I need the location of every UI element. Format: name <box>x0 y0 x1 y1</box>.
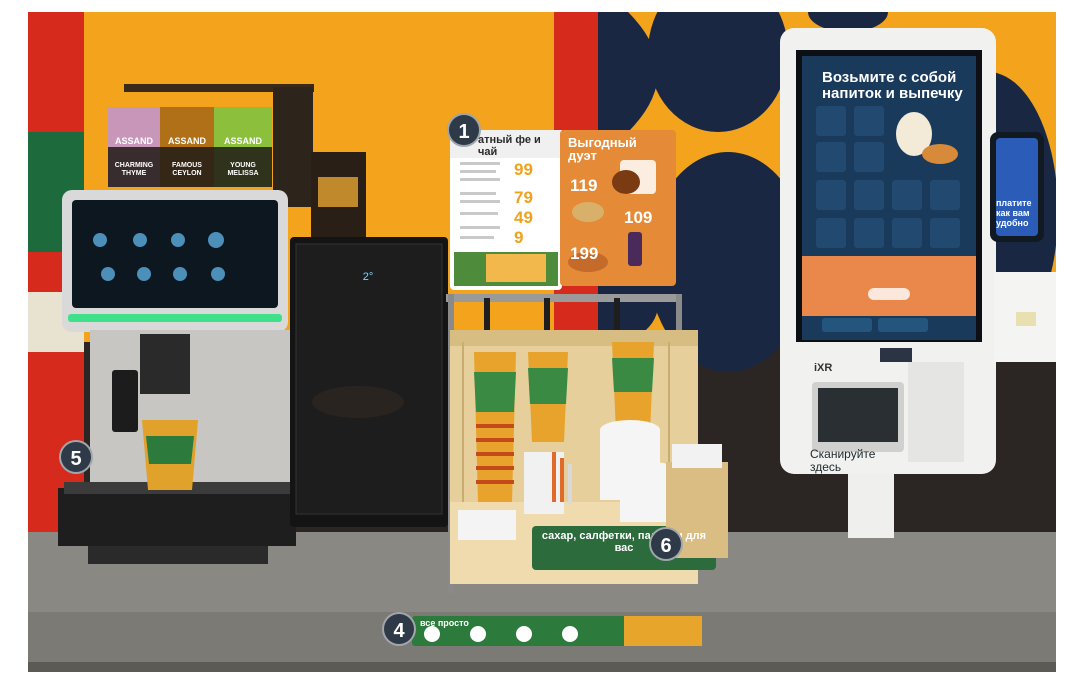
kiosk-title: Возьмите с собой напиток и выпечку <box>822 69 963 102</box>
counter-edge <box>28 662 1056 672</box>
tea-brand-1: ASSAND <box>114 136 153 146</box>
coffee-machine-led <box>68 314 282 322</box>
photo-illustration: 2° <box>28 12 1056 672</box>
sticker-text: сахар, салфетки, палочки для вас <box>541 530 707 554</box>
price-right-2: 109 <box>624 208 653 227</box>
kiosk-scan-label: Сканируйте здесь <box>810 447 876 474</box>
coffee-machine-screen <box>72 200 278 308</box>
coffee-dispenser <box>140 334 190 394</box>
annotation-badge-4: 4 <box>382 612 416 646</box>
kiosk-stand <box>848 474 894 538</box>
kiosk-receipt-slot <box>908 362 964 462</box>
tea-label-2: FAMOUS CEYLON <box>172 162 202 177</box>
price-left-4: 9 <box>514 228 524 247</box>
annotation-badge-5: 5 <box>59 440 93 474</box>
phone-ad-text: платите как вам удобно <box>996 198 1032 228</box>
tea-label-3: YOUNG MELISSA <box>227 162 259 177</box>
photo-frame: 2° ASSAND ASSAND ASSAND CHARMING THYME F… <box>28 12 1056 672</box>
coffee-machine <box>58 190 296 564</box>
refrigerator: 2° <box>290 237 448 527</box>
price-right-3: 199 <box>570 244 599 263</box>
annotation-badge-6: 6 <box>649 527 683 561</box>
tea-label-1: CHARMING THYME <box>114 162 154 177</box>
price-right-1: 119 <box>570 176 598 195</box>
napkins <box>458 510 516 540</box>
tea-brand-3: ASSAND <box>223 136 262 146</box>
coffee-drip-tray <box>58 488 296 546</box>
counter-strip-title: все просто <box>420 618 469 628</box>
kiosk-brand: iXR <box>814 362 833 374</box>
coffee-side-sign <box>112 370 138 432</box>
svg-text:2°: 2° <box>363 271 374 283</box>
stand-rail <box>446 294 682 302</box>
kiosk-croissant-image <box>922 144 958 164</box>
photo-scene: 2° ASSAND ASSAND ASSAND CHARMING THYME F… <box>0 0 1078 677</box>
menu-left-title: атный фе и чай <box>478 134 541 158</box>
price-left-3: 49 <box>514 208 533 227</box>
tea-brand-2: ASSAND <box>167 136 206 146</box>
kiosk-promo-banner <box>802 256 976 316</box>
tea-holder <box>273 87 313 207</box>
menu-right-title: Выгодный дуэт <box>568 135 637 163</box>
price-left-1: 99 <box>514 160 533 179</box>
annotation-badge-1: 1 <box>447 113 481 147</box>
price-left-2: 79 <box>514 188 533 207</box>
